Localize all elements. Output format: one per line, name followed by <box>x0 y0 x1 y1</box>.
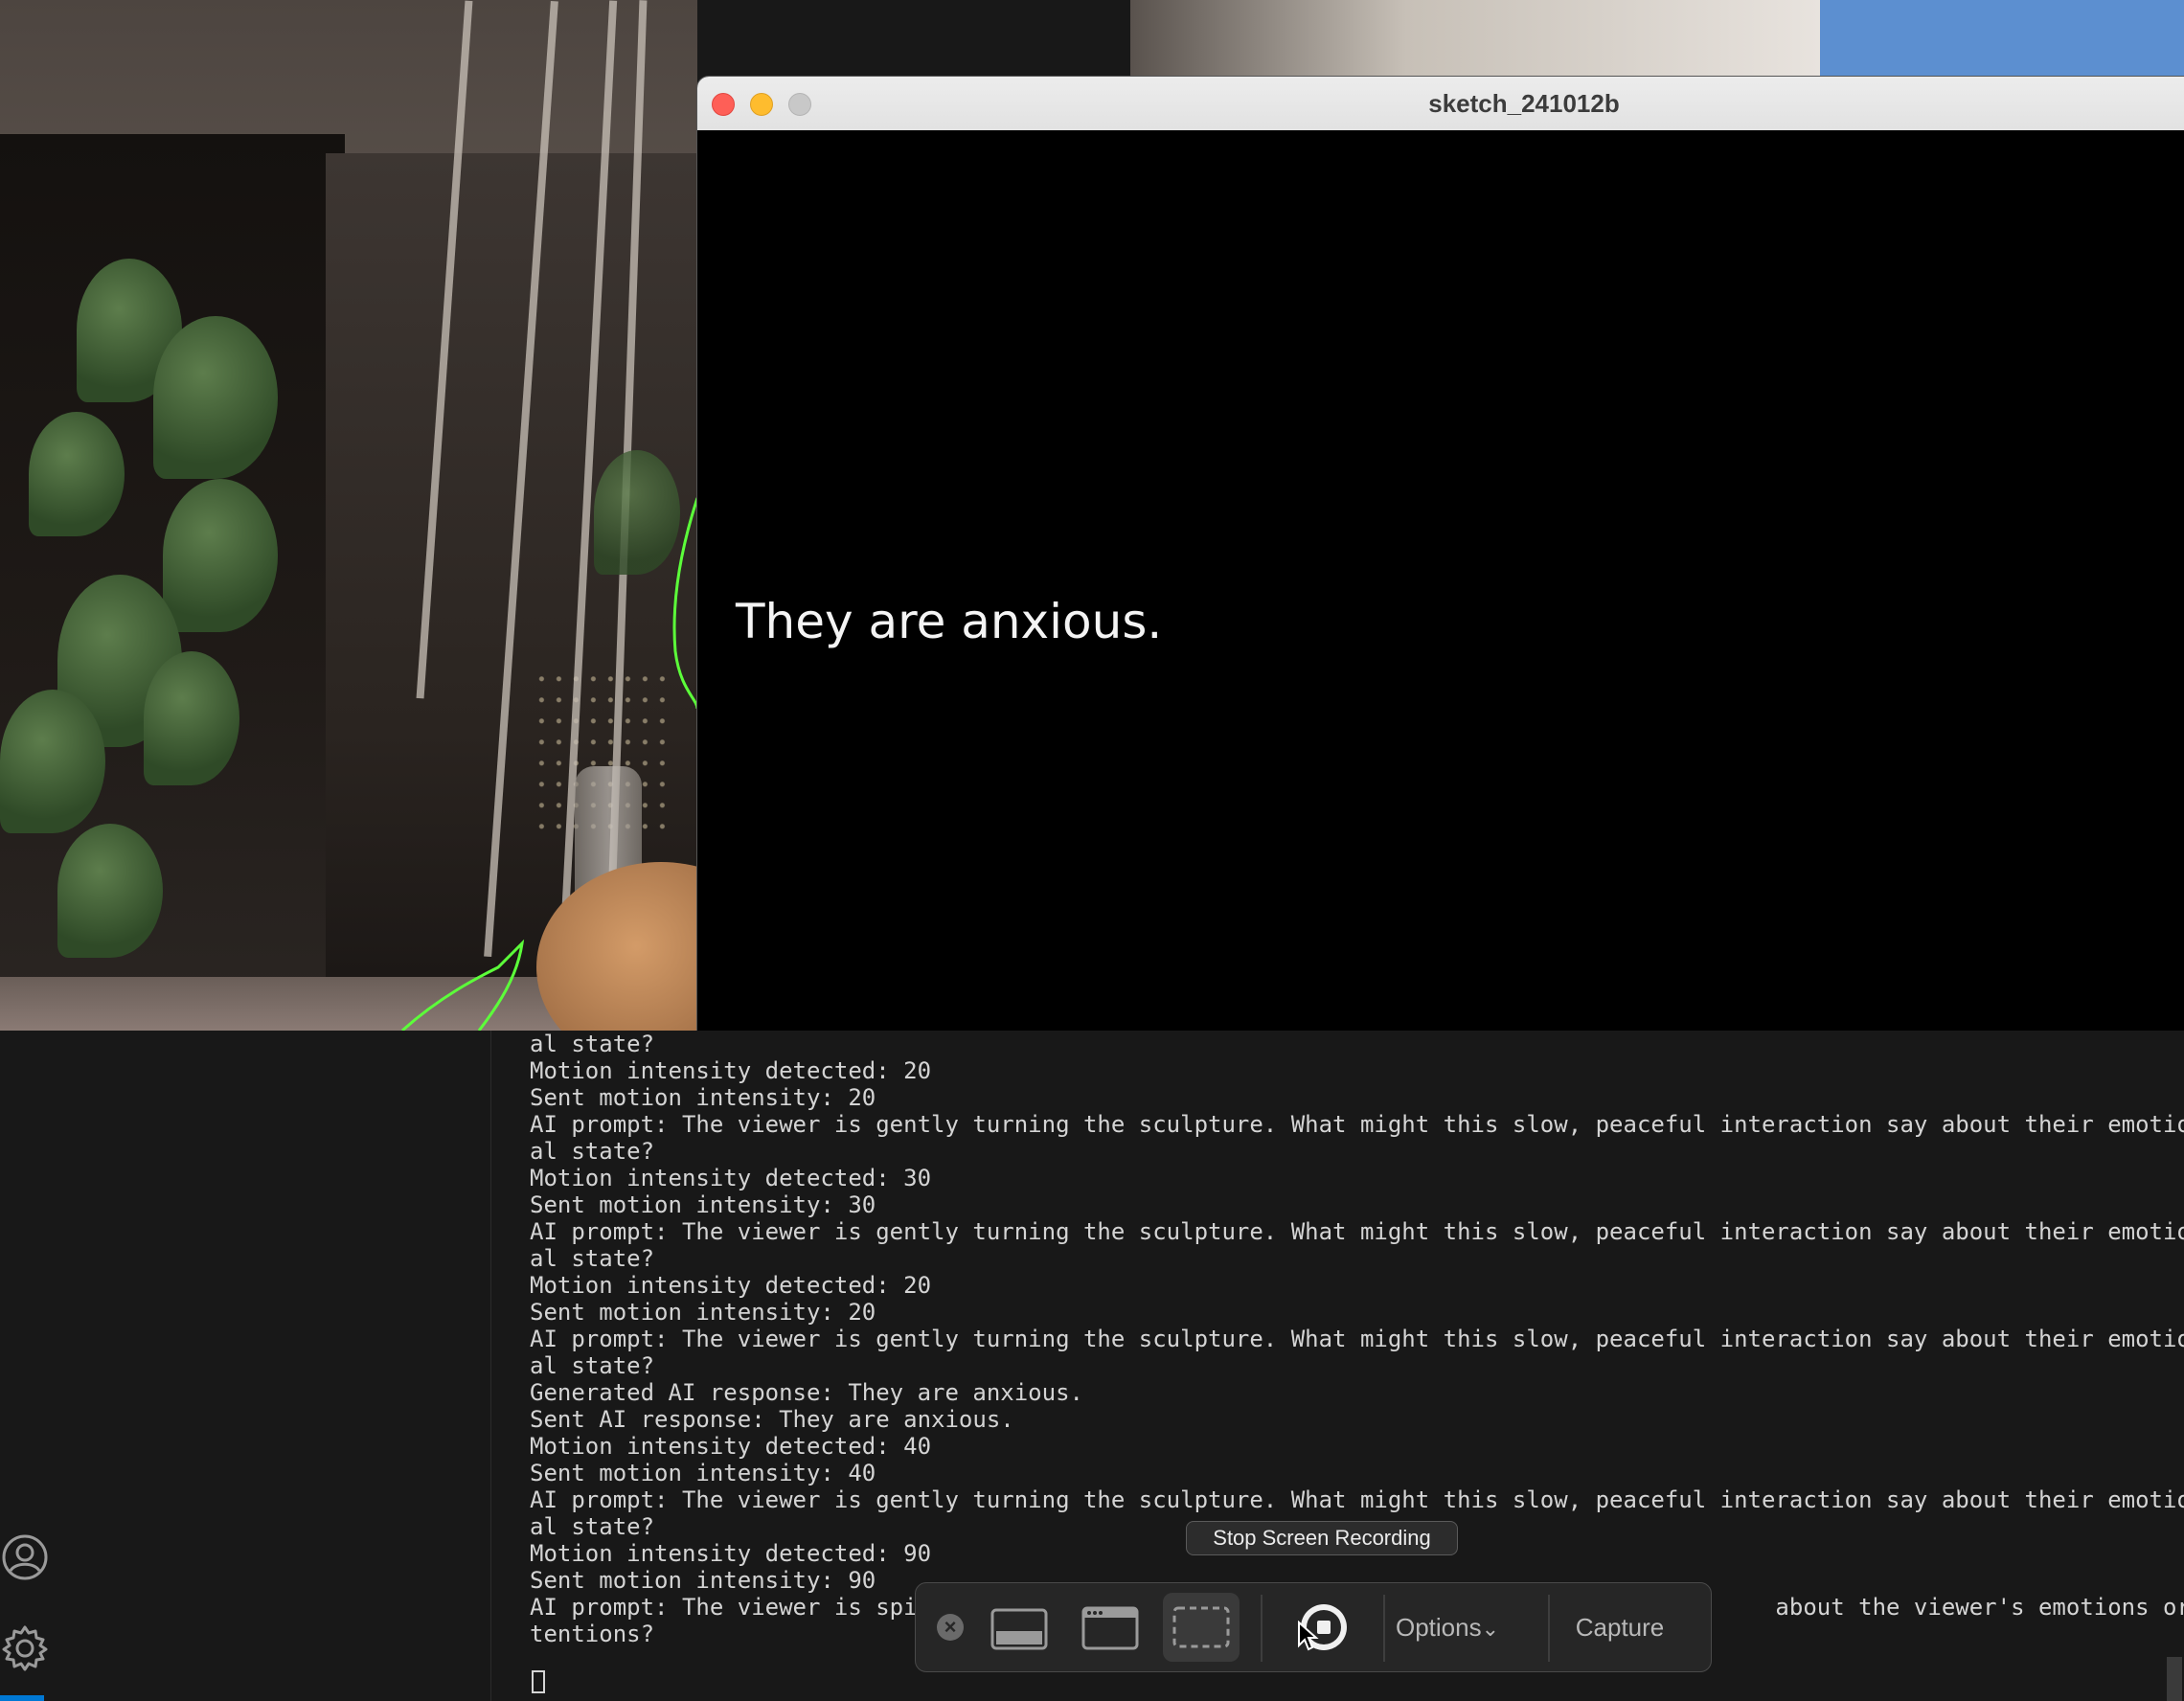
background-window-blue <box>1820 0 2184 77</box>
capture-selection-icon <box>1172 1606 1230 1648</box>
stop-recording-tooltip: Stop Screen Recording <box>1186 1521 1458 1555</box>
capture-entire-screen-button[interactable] <box>983 1593 1056 1662</box>
terminal-line: AI prompt: The viewer is gently turning … <box>530 1218 2184 1245</box>
close-toolbar-button[interactable]: × <box>937 1614 964 1641</box>
mouse-pointer-icon <box>1298 1621 1319 1651</box>
sidebar <box>71 1031 491 1701</box>
window-title: sketch_241012b <box>1428 89 1620 118</box>
terminal-cursor <box>532 1670 545 1693</box>
terminal-line: Motion intensity detected: 40 <box>530 1433 932 1460</box>
sketch-window: sketch_241012b They are anxious. <box>697 77 2184 1088</box>
options-label: Options <box>1395 1613 1482 1642</box>
terminal-line: Generated AI response: They are anxious. <box>530 1379 1083 1406</box>
status-bar-accent <box>0 1695 44 1701</box>
capture-entire-screen-icon <box>990 1608 1048 1650</box>
terminal-line: Motion intensity detected: 20 <box>530 1272 932 1299</box>
motion-outline <box>400 497 697 1031</box>
terminal-line: Motion intensity detected: 20 <box>530 1057 932 1084</box>
options-menu-button[interactable]: Options⌄ <box>1390 1593 1505 1662</box>
terminal-line: Sent motion intensity: 20 <box>530 1084 876 1111</box>
background-window <box>1130 0 1820 77</box>
toolbar-divider <box>1383 1595 1385 1662</box>
capture-window-icon <box>1081 1606 1139 1650</box>
capture-selection-button[interactable] <box>1163 1593 1240 1662</box>
terminal-line: AI prompt: The viewer is gently turning … <box>530 1326 2184 1352</box>
terminal-line: al state? <box>530 1031 655 1057</box>
terminal-line: al state? <box>530 1245 655 1272</box>
terminal-line: Sent motion intensity: 20 <box>530 1299 876 1326</box>
terminal-line: Sent AI response: They are anxious. <box>530 1406 1014 1433</box>
activity-bar <box>0 1031 72 1701</box>
sketch-canvas[interactable]: They are anxious. <box>697 130 2184 1088</box>
gear-icon[interactable] <box>0 1623 50 1673</box>
camera-feed <box>0 0 697 1031</box>
terminal-line: AI prompt: The viewer is gently turning … <box>530 1486 2184 1513</box>
terminal-line: al state? <box>530 1352 655 1379</box>
ai-response-text: They are anxious. <box>736 594 1163 649</box>
capture-button[interactable]: Capture <box>1538 1593 1701 1662</box>
terminal-line: AI prompt: The viewer is gently turning … <box>530 1111 2184 1138</box>
account-icon[interactable] <box>0 1532 50 1582</box>
chevron-down-icon: ⌄ <box>1481 1617 1500 1641</box>
terminal-line: Sent motion intensity: 40 <box>530 1460 876 1486</box>
terminal-scrollbar[interactable] <box>2167 1657 2182 1701</box>
terminal-line: al state? <box>530 1138 655 1165</box>
capture-window-button[interactable] <box>1074 1593 1147 1662</box>
toolbar-divider <box>1261 1595 1263 1662</box>
terminal-line: Motion intensity detected: 30 <box>530 1165 932 1191</box>
window-titlebar[interactable]: sketch_241012b <box>697 77 2184 131</box>
terminal-line: Sent motion intensity: 30 <box>530 1191 876 1218</box>
